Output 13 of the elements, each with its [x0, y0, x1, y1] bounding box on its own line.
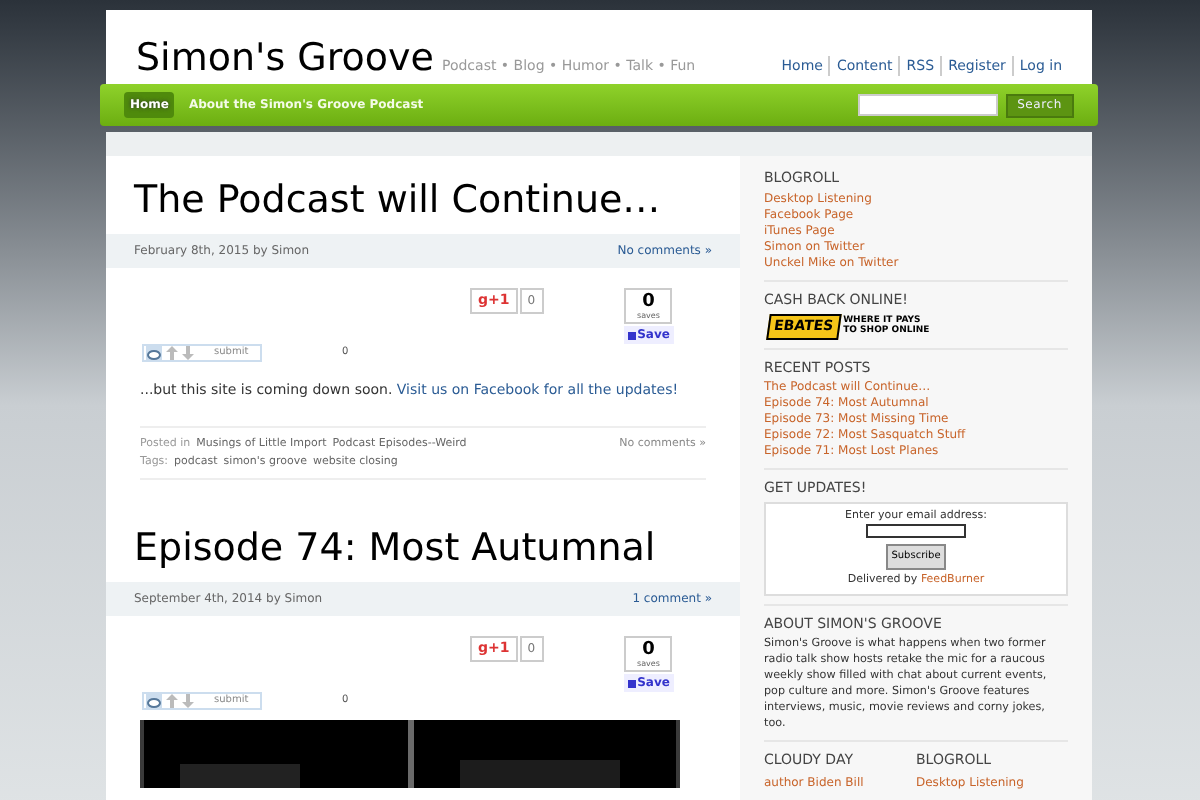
down-arrow-icon[interactable] [182, 346, 194, 360]
saves-count: 0 [642, 293, 655, 311]
up-arrow-icon[interactable] [166, 346, 178, 360]
up-arrow-icon[interactable] [166, 694, 178, 708]
site-title[interactable]: Simon's Groove [136, 40, 434, 78]
post-title[interactable]: The Podcast will Continue… [106, 176, 740, 224]
save-icon [627, 679, 636, 687]
search-field[interactable] [857, 94, 998, 116]
email-field[interactable] [866, 523, 966, 538]
saves-count: 0 [642, 641, 655, 659]
save-icon [627, 331, 636, 339]
post-title[interactable]: Episode 74: Most Autumnal [106, 524, 740, 572]
down-arrow-icon[interactable] [182, 694, 194, 708]
